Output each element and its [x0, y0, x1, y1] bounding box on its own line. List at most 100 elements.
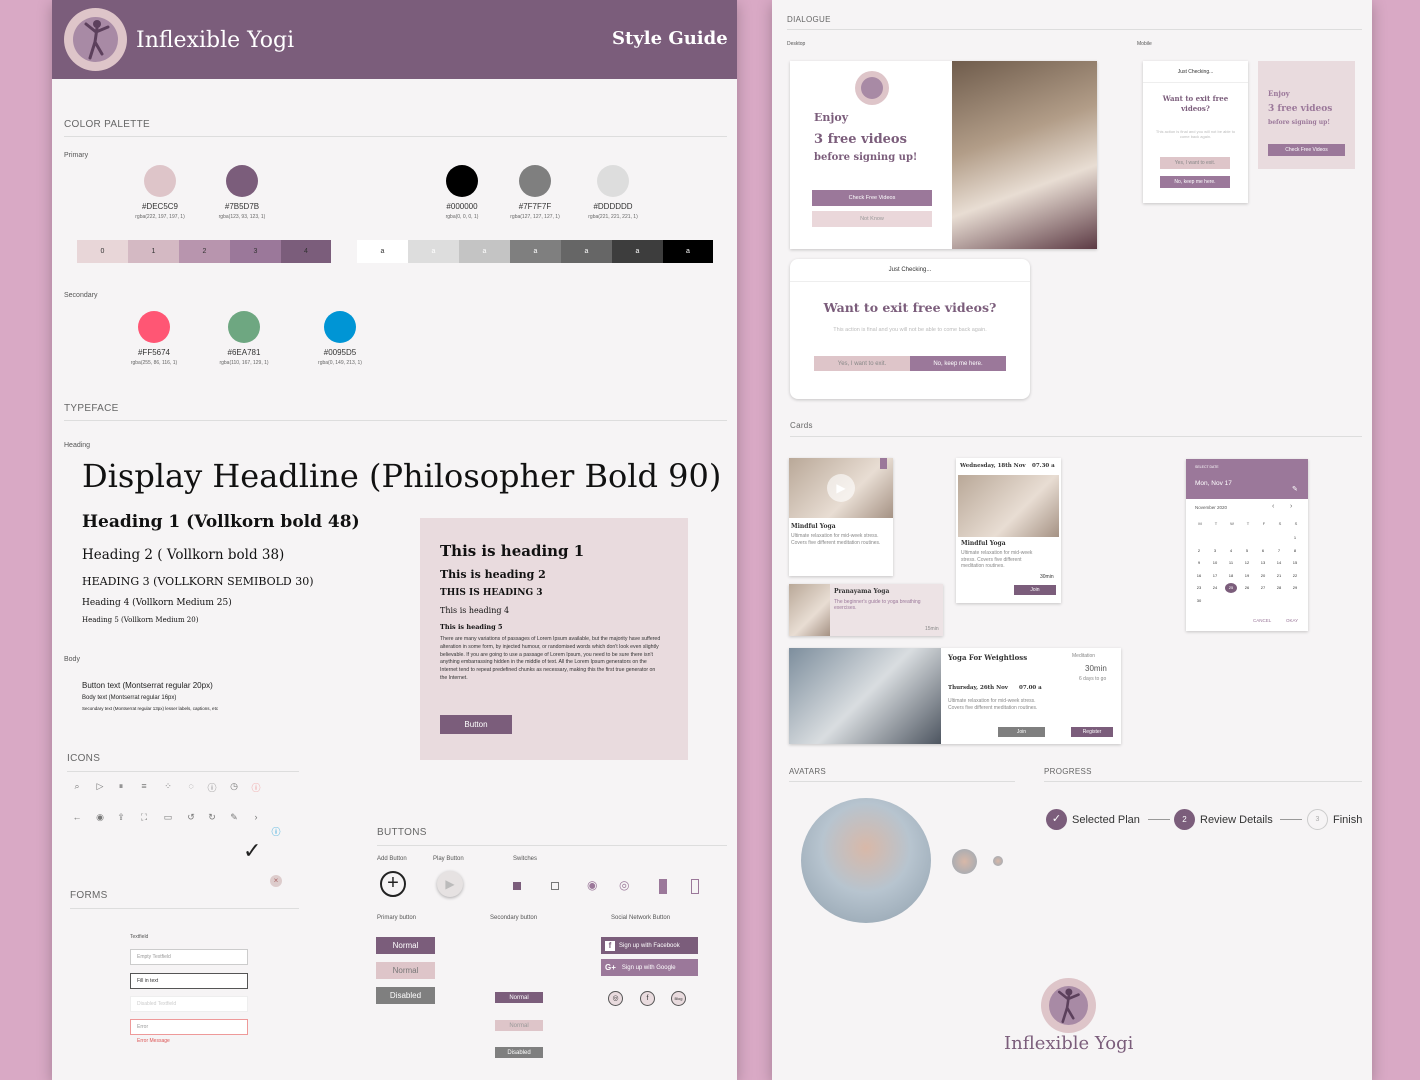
primary-normal-button[interactable]: Normal: [376, 937, 435, 954]
mobile-yes-button[interactable]: Yes, I want to exit.: [1160, 157, 1230, 169]
calendar-day[interactable]: 4: [1225, 546, 1237, 556]
target-icon[interactable]: ◉: [93, 812, 107, 823]
color-swatch: [519, 165, 551, 197]
error-textfield[interactable]: Error: [130, 1019, 248, 1035]
calendar-month[interactable]: November 2020: [1195, 505, 1227, 510]
calendar-day[interactable]: 26: [1241, 583, 1253, 593]
alert-icon[interactable]: ⓘ: [249, 781, 263, 794]
card4-date: Thursday, 26th Nov: [948, 685, 1008, 691]
add-button[interactable]: +: [380, 871, 406, 897]
facebook-button[interactable]: f Sign up with Facebook: [601, 937, 698, 954]
upload-icon[interactable]: ⇪: [114, 812, 128, 823]
clock-icon[interactable]: ◷: [227, 781, 241, 792]
check-videos-button[interactable]: Check Free Videos: [812, 190, 932, 206]
step1-check-icon[interactable]: ✓: [1046, 809, 1067, 830]
sample-button[interactable]: Button: [440, 715, 512, 734]
calendar-okay[interactable]: OKAY: [1286, 618, 1298, 623]
calendar-day[interactable]: 29: [1289, 583, 1301, 593]
session-card[interactable]: Wednesday, 18th Nov 07.30 a Mindful Yoga…: [956, 458, 1061, 603]
secondary-normal-button[interactable]: Normal: [495, 992, 543, 1003]
calendar-day[interactable]: 9: [1193, 558, 1205, 568]
edit-icon[interactable]: ✎: [227, 812, 241, 823]
checkbox-checked[interactable]: [513, 882, 521, 890]
mobile-no-button[interactable]: No, keep me here.: [1160, 176, 1230, 188]
checkbox-empty[interactable]: [551, 882, 559, 890]
close-icon[interactable]: ×: [270, 875, 282, 887]
instagram-icon[interactable]: ◎: [608, 991, 623, 1006]
weightloss-card[interactable]: Yoga For Weightloss Meditation 30min 6 d…: [789, 648, 1121, 744]
secondary-light-button[interactable]: Normal: [495, 1020, 543, 1031]
not-know-button[interactable]: Not Know: [812, 211, 932, 227]
pranayama-card[interactable]: Pranayama Yoga The beginner's guide to y…: [789, 584, 943, 636]
search-icon[interactable]: ⌕: [70, 781, 84, 792]
play-icon[interactable]: ▷: [93, 781, 107, 792]
cast-icon[interactable]: ▭: [161, 812, 175, 823]
calendar-day[interactable]: 23: [1193, 583, 1205, 593]
step1-label: Selected Plan: [1072, 814, 1140, 826]
info-blue-icon[interactable]: ⓘ: [269, 825, 283, 838]
calendar-day[interactable]: 18: [1225, 571, 1237, 581]
mobile-check-button[interactable]: Check Free Videos: [1268, 144, 1345, 156]
calendar-day[interactable]: 14: [1273, 558, 1285, 568]
play-button[interactable]: ▶: [437, 871, 463, 897]
calendar-day[interactable]: 10: [1209, 558, 1221, 568]
chevron-right-icon[interactable]: ›: [249, 812, 263, 822]
calendar-day[interactable]: 16: [1193, 571, 1205, 581]
yes-exit-button[interactable]: Yes, I want to exit.: [814, 356, 910, 371]
edit-icon[interactable]: ✎: [1292, 485, 1298, 493]
calendar-day[interactable]: 8: [1289, 546, 1301, 556]
step3-badge[interactable]: 3: [1307, 809, 1328, 830]
bookmark-outline-icon[interactable]: [691, 879, 699, 894]
bookmark-filled-icon[interactable]: [659, 879, 667, 894]
filled-textfield[interactable]: Fill in text: [130, 973, 248, 989]
google-button[interactable]: G+ Sign up with Google: [601, 959, 698, 976]
card2-join-button[interactable]: Join: [1014, 585, 1056, 595]
back-arrow-icon[interactable]: ←: [70, 812, 84, 822]
calendar-day[interactable]: 28: [1273, 583, 1285, 593]
calendar-day[interactable]: 11: [1225, 558, 1237, 568]
blog-icon[interactable]: Blog: [671, 991, 686, 1006]
calendar-day[interactable]: 5: [1241, 546, 1253, 556]
calendar-day[interactable]: 13: [1257, 558, 1269, 568]
calendar-day[interactable]: 6: [1257, 546, 1269, 556]
check-circle-icon[interactable]: ◌: [184, 781, 198, 791]
calendar-day[interactable]: 25: [1225, 583, 1237, 593]
calendar-day[interactable]: 21: [1273, 571, 1285, 581]
calendar-prev-icon[interactable]: ‹: [1272, 503, 1274, 510]
grid-icon[interactable]: ⁘: [161, 781, 175, 792]
calendar-day[interactable]: 22: [1289, 571, 1301, 581]
primary-light-button[interactable]: Normal: [376, 962, 435, 979]
calendar-next-icon[interactable]: ›: [1290, 503, 1292, 510]
bookmark-icon[interactable]: [880, 458, 887, 469]
calendar-day[interactable]: 30: [1193, 596, 1205, 606]
calendar-day[interactable]: 17: [1209, 571, 1221, 581]
calendar-day[interactable]: 1: [1289, 533, 1301, 543]
calendar-day[interactable]: 12: [1241, 558, 1253, 568]
calendar-day[interactable]: 2: [1193, 546, 1205, 556]
card4-join-button[interactable]: Join: [998, 727, 1045, 737]
empty-textfield[interactable]: Empty Textfield: [130, 949, 248, 965]
facebook-round-icon[interactable]: f: [640, 991, 655, 1006]
eye-off-icon[interactable]: ◎: [619, 878, 629, 892]
calendar-day[interactable]: 24: [1209, 583, 1221, 593]
filter-icon[interactable]: ≡: [137, 781, 151, 791]
card4-register-button[interactable]: Register: [1071, 727, 1113, 737]
fullscreen-icon[interactable]: ⛶: [137, 812, 151, 823]
calendar-day[interactable]: 15: [1289, 558, 1301, 568]
eye-icon[interactable]: ◉: [587, 878, 597, 892]
mobile-exit-question: Want to exit free videos?: [1162, 94, 1229, 113]
calendar-day[interactable]: 27: [1257, 583, 1269, 593]
calendar-day[interactable]: 19: [1241, 571, 1253, 581]
step2-badge[interactable]: 2: [1174, 809, 1195, 830]
calendar-day[interactable]: 3: [1209, 546, 1221, 556]
calendar-day[interactable]: 20: [1257, 571, 1269, 581]
calendar-cancel[interactable]: CANCEL: [1253, 618, 1271, 623]
pause-icon[interactable]: ⏸: [114, 781, 128, 792]
info-icon[interactable]: ⓘ: [205, 781, 219, 794]
video-card[interactable]: ▶ Mindful Yoga Ultimate relaxation for m…: [789, 458, 893, 576]
replay-icon[interactable]: ↺: [184, 812, 198, 823]
no-keep-button[interactable]: No, keep me here.: [910, 356, 1006, 371]
calendar-day[interactable]: 7: [1273, 546, 1285, 556]
forward-icon[interactable]: ↻: [205, 812, 219, 823]
play-icon[interactable]: ▶: [827, 474, 855, 502]
